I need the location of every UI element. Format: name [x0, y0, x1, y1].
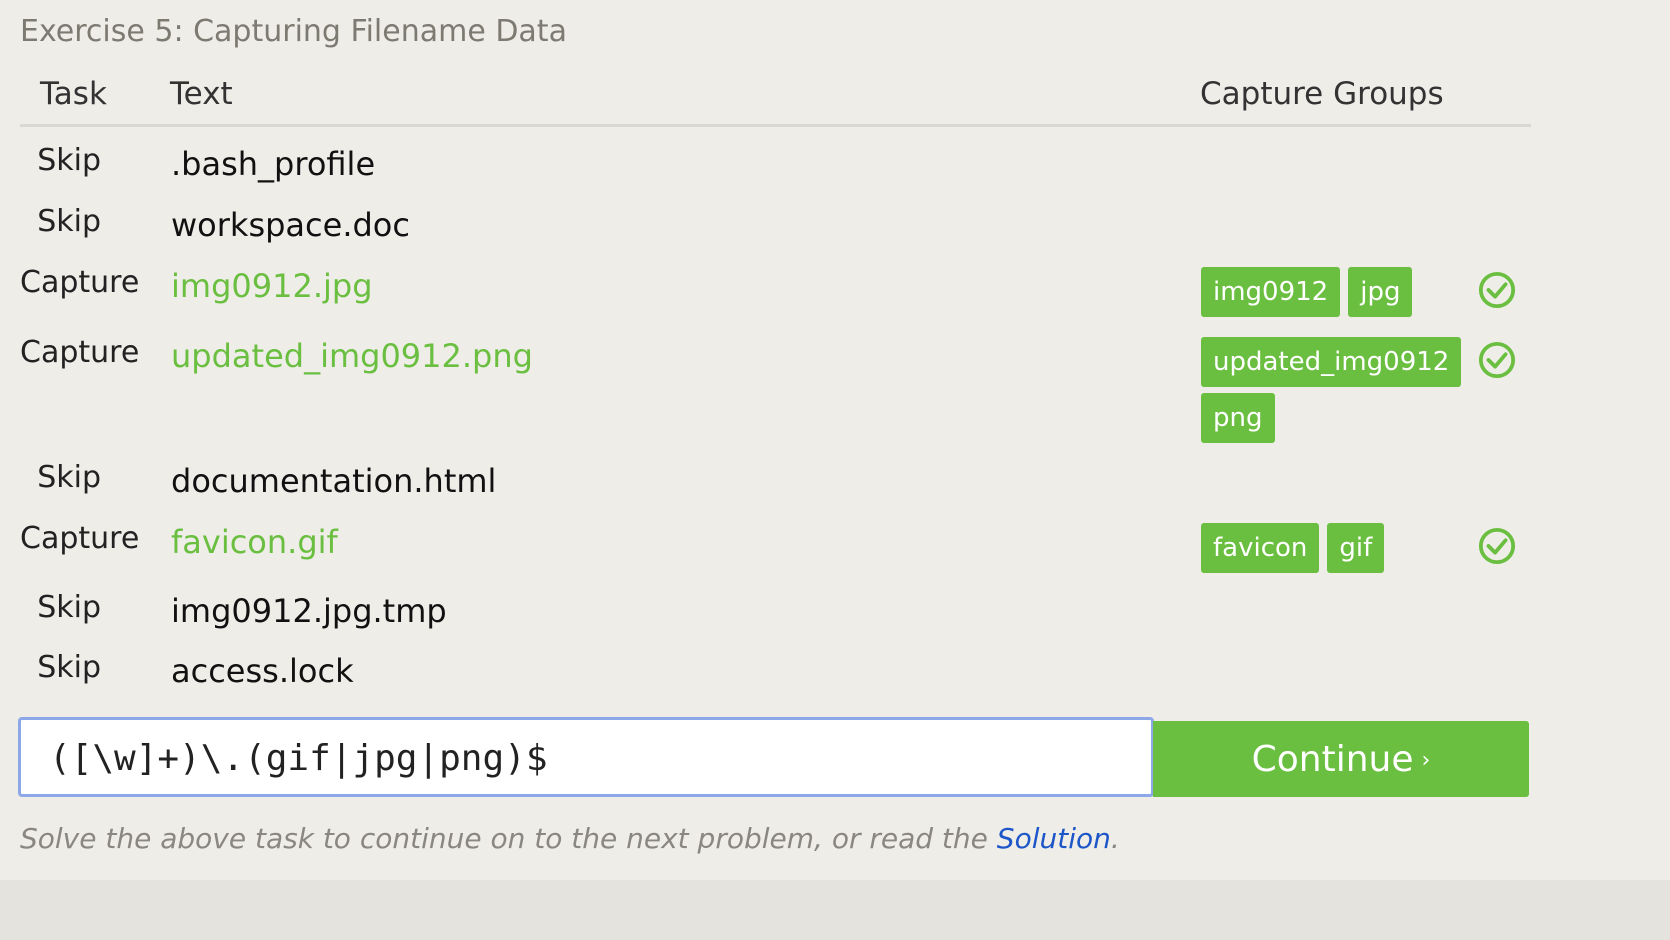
task-label: Capture — [20, 521, 140, 556]
check-icon — [1478, 527, 1516, 565]
exercise-title: Exercise 5: Capturing Filename Data — [20, 14, 567, 49]
task-label: Capture — [20, 335, 140, 370]
regex-input-container — [18, 717, 1154, 797]
row-text: favicon.gif — [171, 523, 338, 561]
footnote-text: Solve the above task to continue on to t… — [20, 822, 997, 855]
text-column-header: Text — [170, 76, 233, 112]
capture-group-badge: img0912 — [1201, 267, 1341, 317]
capture-group-badge: png — [1201, 393, 1275, 443]
row-text: workspace.doc — [171, 206, 410, 244]
task-label: Skip — [37, 650, 101, 685]
bottom-bar — [0, 880, 1670, 940]
row-text: access.lock — [171, 652, 354, 690]
solution-link[interactable]: Solution — [997, 822, 1111, 855]
row-text: updated_img0912.png — [171, 337, 533, 375]
check-icon — [1478, 341, 1516, 379]
task-label: Skip — [37, 460, 101, 495]
row-text: .bash_profile — [171, 145, 376, 183]
table-header: Task Text Capture Groups — [20, 72, 1531, 127]
footnote: Solve the above task to continue on to t… — [20, 822, 1120, 855]
row-text: img0912.jpg.tmp — [171, 592, 447, 630]
capture-group-badge: jpg — [1348, 267, 1413, 317]
continue-button[interactable]: Continue › — [1153, 721, 1529, 797]
task-label: Skip — [37, 590, 101, 625]
regex-input[interactable] — [49, 728, 1129, 788]
capture-groups-column-header: Capture Groups — [1200, 76, 1444, 112]
task-label: Capture — [20, 265, 140, 300]
continue-label: Continue — [1251, 739, 1414, 780]
check-icon — [1478, 271, 1516, 309]
task-label: Skip — [37, 204, 101, 239]
chevron-right-icon: › — [1421, 748, 1431, 773]
capture-groups: img0912 jpg — [1201, 267, 1461, 317]
capture-groups: favicon gif — [1201, 523, 1461, 573]
row-text: img0912.jpg — [171, 267, 373, 305]
task-column-header: Task — [40, 76, 107, 112]
row-text: documentation.html — [171, 462, 497, 500]
capture-groups: updated_img0912 png — [1201, 337, 1462, 443]
capture-group-badge: favicon — [1201, 523, 1320, 573]
capture-group-badge: updated_img0912 — [1201, 337, 1462, 387]
capture-group-badge: gif — [1327, 523, 1385, 573]
task-label: Skip — [37, 143, 101, 178]
footnote-suffix: . — [1110, 822, 1120, 855]
